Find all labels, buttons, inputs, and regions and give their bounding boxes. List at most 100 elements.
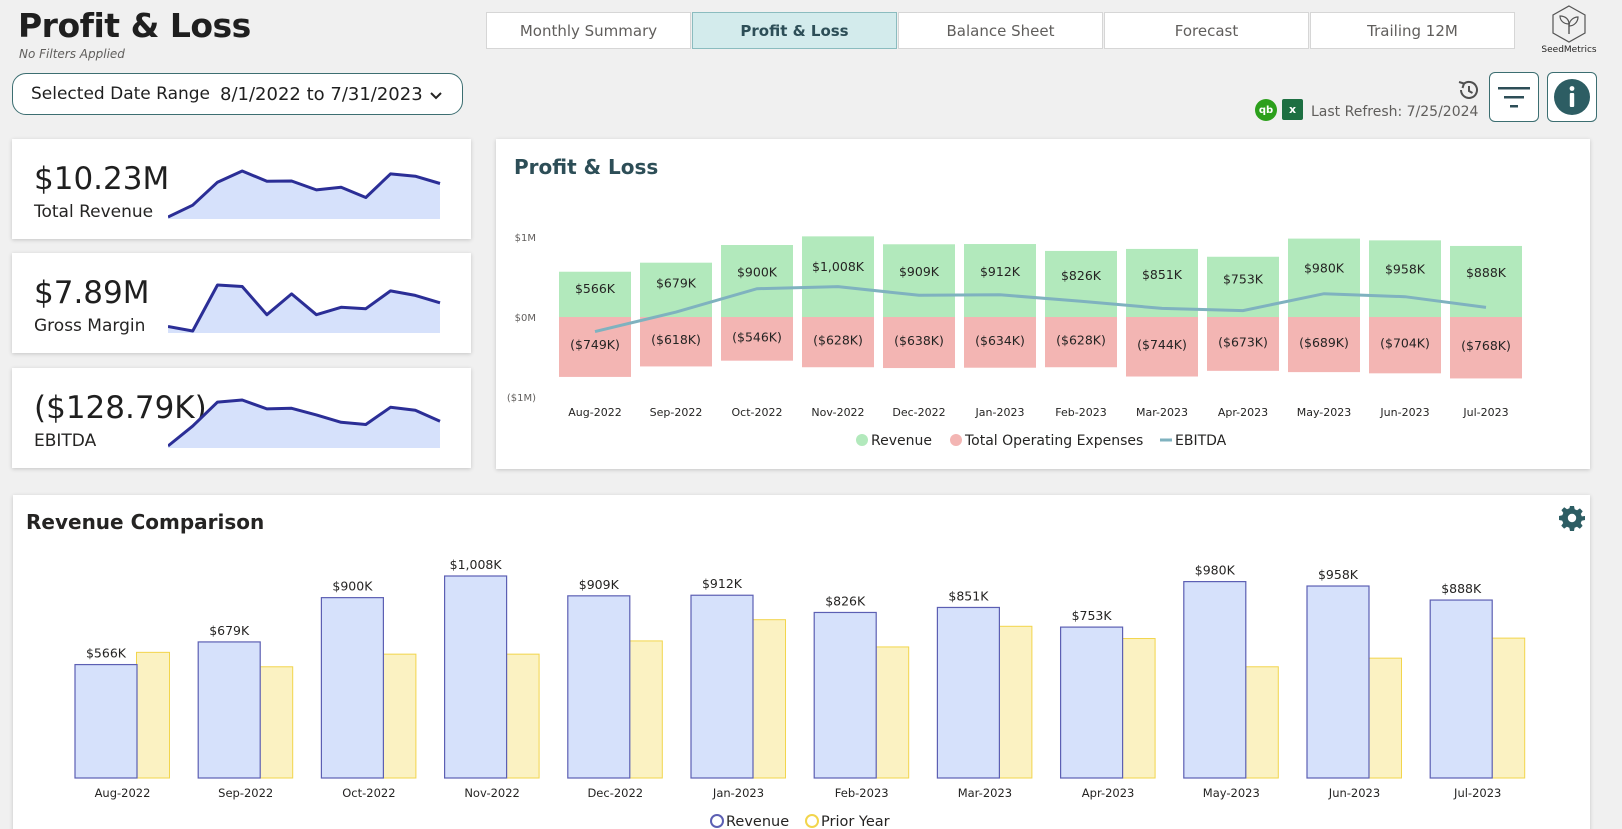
filter-icon bbox=[1498, 87, 1530, 108]
x-tick-label: Apr-2023 bbox=[1218, 406, 1268, 419]
revenue-bar-label: $566K bbox=[86, 646, 127, 661]
legend-expenses-label: Total Operating Expenses bbox=[964, 433, 1143, 449]
x-tick-label: Aug-2022 bbox=[568, 406, 621, 419]
y-tick-label: $1M bbox=[515, 233, 536, 244]
last-refresh-text: Last Refresh: 7/25/2024 bbox=[1311, 104, 1479, 120]
revenue-bar bbox=[1288, 238, 1360, 317]
revenue-bar bbox=[813, 611, 877, 779]
sparkline-total-revenue bbox=[168, 169, 441, 219]
x-tick-label: Nov-2022 bbox=[811, 406, 864, 419]
legend-revenue-label: Revenue bbox=[726, 814, 789, 829]
expense-bar-label: ($638K) bbox=[894, 333, 944, 348]
x-tick-label: Oct-2022 bbox=[342, 786, 395, 800]
revenue-bar-label: $679K bbox=[656, 275, 697, 290]
y-tick-label: $0M bbox=[515, 313, 536, 324]
prior-year-bar bbox=[382, 653, 417, 779]
kpi-label: EBITDA bbox=[34, 431, 97, 451]
prior-year-bar bbox=[875, 646, 910, 779]
revenue-bar-label: $912K bbox=[980, 264, 1021, 279]
report-tabs: Monthly Summary Profit & Loss Balance Sh… bbox=[486, 12, 1516, 49]
tab-balance-sheet[interactable]: Balance Sheet bbox=[898, 12, 1103, 49]
legend-expenses-marker bbox=[950, 434, 962, 446]
history-icon[interactable] bbox=[1456, 78, 1480, 102]
revenue-bar bbox=[1183, 581, 1247, 779]
legend-revenue-marker bbox=[710, 814, 724, 828]
tab-profit-loss[interactable]: Profit & Loss bbox=[692, 12, 897, 49]
revenue-bar-label: $851K bbox=[1142, 267, 1183, 282]
tab-forecast[interactable]: Forecast bbox=[1104, 12, 1309, 49]
revenue-bar-label: $851K bbox=[948, 588, 989, 603]
revenue-bar bbox=[320, 597, 384, 779]
prior-year-bar bbox=[1491, 637, 1526, 779]
page-title: Profit & Loss bbox=[18, 6, 251, 45]
x-tick-label: Feb-2023 bbox=[1055, 406, 1106, 419]
prior-year-bar bbox=[505, 653, 540, 779]
revenue-bar bbox=[883, 244, 955, 317]
revenue-bar bbox=[1369, 240, 1441, 317]
legend-prior-year-marker bbox=[805, 814, 819, 828]
expense-bar-label: ($546K) bbox=[732, 330, 782, 345]
info-button[interactable] bbox=[1547, 72, 1597, 122]
prior-year-bar bbox=[136, 651, 170, 779]
x-tick-label: Mar-2023 bbox=[1136, 406, 1188, 419]
revenue-bar-label: $679K bbox=[209, 623, 250, 638]
x-tick-label: Sep-2022 bbox=[218, 786, 273, 800]
revenue-bar bbox=[690, 594, 754, 779]
revenue-bar bbox=[567, 595, 631, 779]
revenue-bar-label: $912K bbox=[702, 576, 743, 591]
kpi-label: Total Revenue bbox=[34, 202, 154, 222]
x-tick-label: Mar-2023 bbox=[958, 786, 1012, 800]
x-tick-label: Aug-2022 bbox=[95, 786, 151, 800]
legend-ebitda-label: EBITDA bbox=[1175, 433, 1227, 449]
revenue-bar bbox=[721, 245, 793, 317]
revenue-bar-label: $566K bbox=[575, 281, 616, 296]
revenue-bar-label: $958K bbox=[1318, 567, 1359, 582]
expense-bar-label: ($634K) bbox=[975, 333, 1025, 348]
x-tick-label: Oct-2022 bbox=[732, 406, 783, 419]
revenue-bar-label: $958K bbox=[1385, 261, 1426, 276]
prior-year-bar bbox=[628, 640, 663, 779]
expense-bar-label: ($704K) bbox=[1380, 335, 1430, 350]
tab-monthly-summary[interactable]: Monthly Summary bbox=[486, 12, 691, 49]
logo-text: SeedMetrics bbox=[1541, 45, 1597, 55]
expense-bar-label: ($673K) bbox=[1218, 334, 1268, 349]
x-tick-label: May-2023 bbox=[1297, 406, 1352, 419]
revenue-bar-label: $753K bbox=[1223, 272, 1264, 287]
x-tick-label: May-2023 bbox=[1203, 786, 1260, 800]
revenue-bar-label: $900K bbox=[332, 579, 373, 594]
x-tick-label: Jan-2023 bbox=[712, 786, 764, 800]
x-tick-label: Feb-2023 bbox=[835, 786, 889, 800]
sparkline-area bbox=[168, 171, 440, 219]
excel-icon: x bbox=[1282, 99, 1303, 120]
kpi-label: Gross Margin bbox=[34, 316, 146, 336]
expense-bar-label: ($749K) bbox=[570, 337, 620, 352]
x-tick-label: Apr-2023 bbox=[1082, 786, 1135, 800]
tab-trailing-12m[interactable]: Trailing 12M bbox=[1310, 12, 1515, 49]
revenue-bar-label: $909K bbox=[899, 264, 940, 279]
revenue-bar-label: $980K bbox=[1304, 260, 1345, 275]
expense-bar-label: ($689K) bbox=[1299, 335, 1349, 350]
filter-status-text: No Filters Applied bbox=[19, 47, 125, 61]
x-tick-label: Dec-2022 bbox=[587, 786, 643, 800]
expense-bar-label: ($628K) bbox=[1056, 333, 1106, 348]
revenue-bar bbox=[1045, 250, 1117, 317]
expense-bar-label: ($628K) bbox=[813, 333, 863, 348]
x-tick-label: Jun-2023 bbox=[1379, 406, 1429, 419]
revenue-bar bbox=[1207, 256, 1279, 317]
x-tick-label: Nov-2022 bbox=[464, 786, 520, 800]
legend-revenue-marker bbox=[856, 434, 868, 446]
revenue-bar bbox=[1059, 626, 1124, 779]
filter-button[interactable] bbox=[1489, 72, 1539, 122]
revenue-bar-label: $1,008K bbox=[450, 557, 503, 572]
date-range-dropdown[interactable]: Selected Date Range 8/1/2022 to 7/31/202… bbox=[12, 73, 463, 115]
x-tick-label: Dec-2022 bbox=[892, 406, 945, 419]
revenue-bar bbox=[444, 575, 508, 779]
prior-year-bar bbox=[259, 666, 294, 779]
date-range-label: Selected Date Range bbox=[31, 84, 211, 104]
sparkline-ebitda bbox=[168, 398, 441, 448]
legend-revenue-label: Revenue bbox=[871, 433, 932, 449]
prior-year-bar bbox=[752, 619, 786, 779]
revenue-bar bbox=[197, 641, 261, 779]
revenue-bar bbox=[964, 244, 1036, 317]
profit-loss-chart: $1M $0M ($1M) $566K ($749K) Aug-2022 $679K ($61… bbox=[507, 233, 1522, 449]
